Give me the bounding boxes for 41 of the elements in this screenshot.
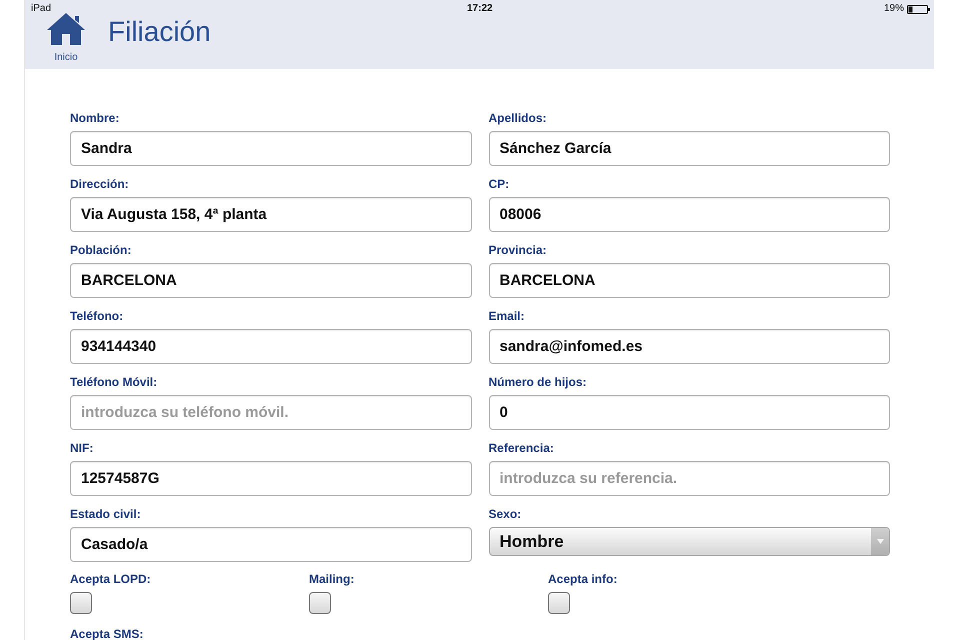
checkbox[interactable] <box>70 592 92 614</box>
field-label: Estado civil: <box>70 507 142 521</box>
checkbox-label: Acepta info: <box>548 572 618 586</box>
text-field[interactable]: Sandra <box>70 131 472 166</box>
home-icon <box>46 12 86 46</box>
field-label: Email: <box>488 309 526 323</box>
checkbox-label: Mailing: <box>309 572 356 586</box>
text-field[interactable]: Sánchez García <box>488 131 890 166</box>
field-label: NIF: <box>70 441 94 455</box>
field-label: Teléfono Móvil: <box>70 375 158 389</box>
text-field[interactable]: 934144340 <box>70 329 472 364</box>
home-button[interactable]: Inicio <box>43 12 89 64</box>
checkbox-label: Acepta LOPD: <box>70 572 152 586</box>
text-field[interactable]: 08006 <box>488 197 890 232</box>
field-label: CP: <box>488 177 510 191</box>
battery-percent: 19% <box>884 3 904 15</box>
device-label: iPad <box>31 3 52 15</box>
field-label: Referencia: <box>488 441 555 455</box>
field-label: Sexo: <box>488 507 522 521</box>
text-field[interactable]: introduzca su teléfono móvil. <box>70 395 472 430</box>
field-label: Número de hijos: <box>488 375 588 389</box>
checkbox[interactable] <box>309 592 331 614</box>
field-label: Población: <box>70 243 132 257</box>
text-field[interactable]: 12574587G <box>70 461 472 496</box>
text-field[interactable]: introduzca su referencia. <box>488 461 890 496</box>
checkbox[interactable] <box>548 592 570 614</box>
sex-dropdown[interactable]: Hombre <box>488 527 890 556</box>
text-field[interactable]: Casado/a <box>70 527 472 562</box>
text-field[interactable]: 0 <box>488 395 890 430</box>
text-field[interactable]: BARCELONA <box>70 263 472 298</box>
battery-icon <box>907 4 930 14</box>
field-label: Apellidos: <box>488 111 548 125</box>
text-field[interactable]: Via Augusta 158, 4ª planta <box>70 197 472 232</box>
status-time: 17:22 <box>467 3 493 15</box>
field-label: Teléfono: <box>70 309 124 323</box>
field-label: Nombre: <box>70 111 120 125</box>
page-title: Filiación <box>108 16 211 48</box>
field-label: Provincia: <box>488 243 548 257</box>
text-field[interactable]: BARCELONA <box>488 263 890 298</box>
field-label: Dirección: <box>70 177 130 191</box>
text-field[interactable]: sandra@infomed.es <box>488 329 890 364</box>
